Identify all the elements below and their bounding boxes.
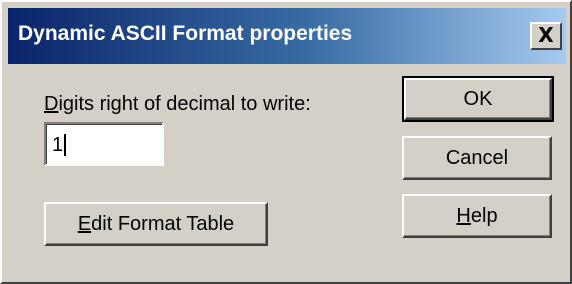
cancel-button-label: Cancel [445,147,509,169]
digits-label-access-key: D [44,93,59,115]
ok-button-label: OK [463,88,493,110]
digits-label-text: igits right of decimal to write: [58,93,311,115]
digits-value-text: 1 [52,134,64,156]
help-button[interactable]: Help [402,194,552,238]
close-button[interactable]: X [530,22,562,50]
close-icon: X [538,23,554,47]
edit-button-label: dit Format Table [91,213,235,235]
title-bar[interactable]: Dynamic ASCII Format properties X [8,8,566,64]
digits-input[interactable]: 1 [44,122,164,166]
cancel-button[interactable]: Cancel [402,136,552,180]
edit-format-table-button[interactable]: Edit Format Table [44,202,268,246]
window-title: Dynamic ASCII Format properties [18,22,353,45]
edit-access-key: E [77,213,92,235]
text-caret [64,134,67,156]
digits-label: Digits right of decimal to write: [44,92,311,116]
help-button-label: elp [470,205,498,227]
ok-button[interactable]: OK [402,76,554,122]
dialog-window: Dynamic ASCII Format properties X Digits… [0,0,572,284]
digits-input-value: 1 [52,133,67,157]
help-access-key: H [456,205,471,227]
